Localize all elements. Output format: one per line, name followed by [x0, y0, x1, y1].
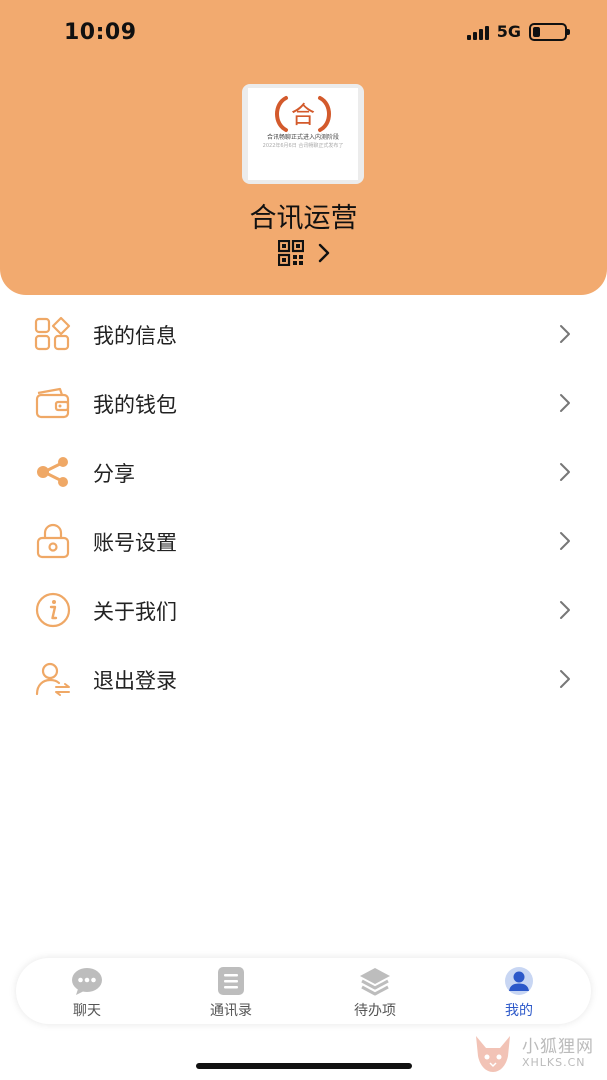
share-icon — [37, 457, 68, 487]
bottom-tab-bar: 聊天 通讯录 待办项 我的 — [16, 958, 591, 1024]
qr-code-link[interactable] — [278, 240, 330, 266]
lock-icon — [36, 523, 70, 559]
avatar-subcaption: 2022年6月6日 合讯畅聊正式发布了 — [262, 143, 344, 149]
avatar-caption: 合讯畅聊正式进入内测阶段 — [266, 134, 339, 141]
tab-chat[interactable]: 聊天 — [37, 966, 137, 1022]
contacts-icon — [218, 967, 244, 995]
chevron-right-icon — [560, 394, 570, 412]
menu-label: 我的信息 — [93, 324, 177, 348]
battery-icon — [529, 22, 570, 41]
menu-label: 我的钱包 — [93, 393, 177, 417]
menu-label: 退出登录 — [93, 669, 177, 693]
avatar[interactable]: 合 合讯畅聊正式进入内测阶段 2022年6月6日 合讯畅聊正式发布了 — [242, 84, 364, 184]
profile-header: 10:09 5G 合 合讯畅聊正式进入内测阶段 2022年6月6日 合讯畅聊正式… — [0, 0, 607, 295]
status-indicators: 5G — [466, 22, 570, 41]
layers-icon — [360, 968, 390, 996]
watermark-domain: XHLKS.CN — [522, 1056, 586, 1069]
user-switch-icon — [35, 662, 70, 696]
menu-item-share[interactable]: 分享 — [0, 438, 607, 506]
chevron-right-icon — [560, 532, 570, 550]
tab-label: 通讯录 — [210, 1003, 252, 1019]
tab-todo[interactable]: 待办项 — [325, 966, 425, 1022]
home-indicator — [196, 1063, 412, 1069]
status-time: 10:09 — [64, 20, 137, 45]
fox-logo-icon — [476, 1036, 510, 1072]
grid-icon — [34, 316, 71, 351]
chevron-right-icon — [560, 601, 570, 619]
watermark: 小狐狸网 XHLKS.CN — [470, 1032, 600, 1076]
info-icon — [35, 592, 71, 628]
menu-label: 关于我们 — [93, 600, 177, 624]
chat-icon — [72, 968, 102, 995]
tab-contacts[interactable]: 通讯录 — [181, 966, 281, 1022]
menu-item-my-info[interactable]: 我的信息 — [0, 300, 607, 368]
tab-label: 聊天 — [73, 1003, 101, 1019]
wallet-icon — [35, 387, 70, 419]
logo-glyph: 合 — [291, 101, 315, 129]
chevron-right-icon — [560, 325, 570, 343]
person-icon — [505, 967, 533, 995]
watermark-text: 小狐狸网 — [522, 1037, 594, 1057]
tab-mine[interactable]: 我的 — [469, 966, 569, 1022]
menu-item-wallet[interactable]: 我的钱包 — [0, 369, 607, 437]
menu-label: 分享 — [93, 462, 135, 486]
network-label: 5G — [496, 22, 521, 41]
menu-label: 账号设置 — [93, 531, 177, 555]
menu-item-about-us[interactable]: 关于我们 — [0, 576, 607, 644]
chevron-right-icon — [560, 670, 570, 688]
tab-label: 待办项 — [354, 1003, 396, 1019]
profile-name: 合讯运营 — [249, 203, 358, 234]
chevron-right-icon — [318, 243, 330, 263]
tab-label: 我的 — [505, 1003, 533, 1019]
menu-item-account-settings[interactable]: 账号设置 — [0, 507, 607, 575]
logo-icon: 合 — [248, 94, 358, 132]
chevron-right-icon — [560, 463, 570, 481]
signal-icon — [466, 24, 489, 40]
qr-code-icon — [278, 240, 304, 266]
menu-item-logout[interactable]: 退出登录 — [0, 645, 607, 713]
